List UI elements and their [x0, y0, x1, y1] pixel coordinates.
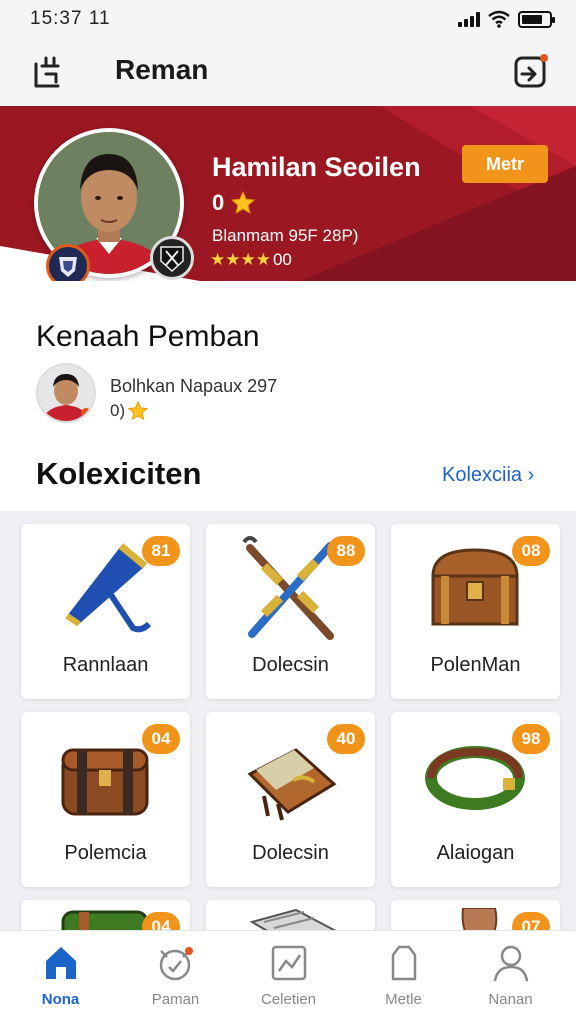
item-count-badge: 88 — [327, 536, 365, 566]
collection-card-book[interactable]: 40 Dolecsin — [206, 712, 375, 887]
item-label: Dolecsin — [252, 842, 329, 864]
nav-paman[interactable]: Paman — [118, 931, 233, 1024]
nav-label: Metle — [385, 991, 422, 1008]
nav-label: Paman — [151, 991, 200, 1008]
status-time: 15:37 11 — [30, 8, 111, 29]
nav-metle[interactable]: Metle — [346, 931, 461, 1024]
item-label: Dolecsin — [252, 654, 329, 676]
collection-title: Kolexiciten — [36, 456, 202, 491]
rating-stars: ★★★★ — [210, 250, 271, 269]
collection-card-band[interactable]: 98 Alaiogan — [391, 712, 560, 887]
scan-icon[interactable] — [32, 54, 68, 90]
recommend-avatar[interactable] — [36, 363, 96, 423]
profile-name: Hamilan Seoilen — [212, 152, 421, 182]
profile-level-value: 0 — [212, 190, 225, 215]
team-crest-icon — [150, 236, 194, 280]
chart-icon — [271, 945, 307, 981]
battery-icon — [518, 10, 555, 28]
item-count-badge: 40 — [327, 724, 365, 754]
profile-rating: ★★★★ 00 — [210, 250, 292, 270]
status-icons — [458, 10, 555, 28]
profile-level: 0 — [212, 190, 256, 216]
export-icon[interactable] — [512, 52, 550, 90]
wifi-icon — [488, 10, 510, 28]
home-icon — [46, 947, 76, 979]
star-icon — [127, 400, 149, 421]
nav-home[interactable]: Nona — [3, 931, 118, 1024]
collection-card-chest[interactable]: 08 PolenMan — [391, 524, 560, 699]
recommend-title: Kenaah Pemban — [36, 320, 260, 353]
nav-celetien[interactable]: Celetien — [231, 931, 346, 1024]
nav-label: Celetien — [260, 991, 317, 1008]
nav-label: Nanan — [488, 991, 533, 1008]
item-label: Polemcia — [64, 842, 147, 864]
collection-card-horn[interactable]: 81 Rannlaan — [21, 524, 190, 699]
item-count-badge: 98 — [512, 724, 550, 754]
profile-meta: Blanmam 95F 28P) — [212, 226, 359, 245]
signal-icon — [458, 11, 480, 27]
status-bar: 15:37 11 — [0, 0, 576, 38]
more-button[interactable]: Metr — [462, 145, 548, 183]
clock-icon — [159, 947, 193, 981]
nav-label: Nona — [41, 991, 80, 1008]
app-header: Reman — [0, 38, 576, 106]
rating-value: 00 — [272, 250, 292, 269]
item-label: Rannlaan — [62, 654, 149, 676]
item-count-badge: 08 — [512, 536, 550, 566]
collection-card-crossed-staffs[interactable]: 88 Dolecsin — [206, 524, 375, 699]
item-count-badge: 81 — [142, 536, 180, 566]
nav-nanan[interactable]: Nanan — [453, 931, 568, 1024]
collection-card-trunk[interactable]: 04 Polemcia — [21, 712, 190, 887]
recommend-level-value: 0) — [110, 401, 126, 420]
user-icon — [493, 945, 529, 982]
bottom-navigation: Nona Paman Celetien Metle Nanan — [0, 930, 576, 1024]
item-count-badge: 04 — [142, 724, 180, 754]
item-label: PolenMan — [430, 654, 521, 676]
collection-view-all-link[interactable]: Kolexciia › — [442, 464, 534, 487]
bag-icon — [391, 945, 417, 981]
player-photo-small — [38, 365, 94, 421]
star-icon — [231, 190, 256, 214]
page-title: Reman — [115, 54, 209, 85]
recommend-name: Bolhkan Napaux 297 — [110, 376, 278, 396]
item-label: Alaiogan — [436, 842, 515, 864]
recommend-level: 0) — [110, 400, 149, 422]
